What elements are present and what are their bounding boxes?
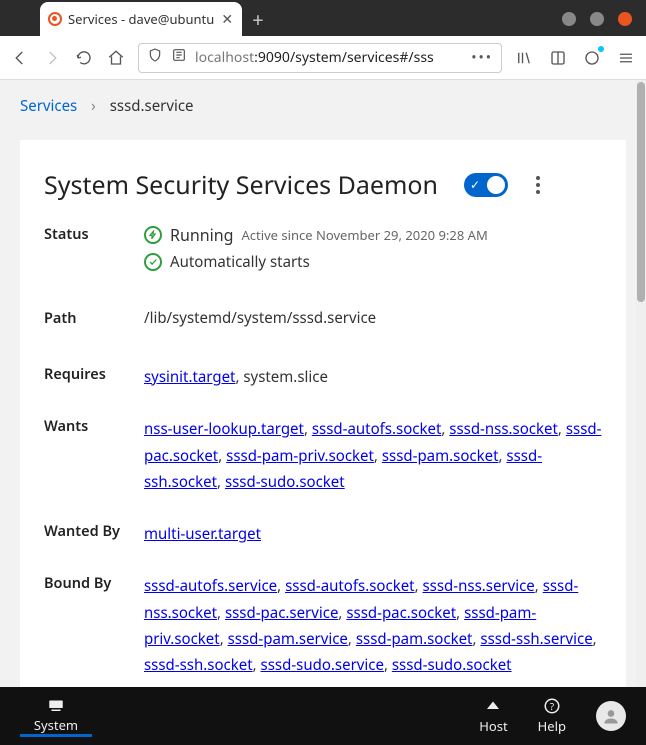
library-icon[interactable] bbox=[514, 48, 534, 68]
requires-label: Requires bbox=[44, 364, 144, 390]
cockpit-bottom-bar: System Host ? Help bbox=[0, 687, 646, 745]
nav-underline bbox=[20, 734, 92, 737]
wanted-by-label: Wanted By bbox=[44, 521, 144, 547]
page-title: System Security Services Daemon bbox=[44, 168, 438, 202]
dependency-link[interactable]: sysinit.target bbox=[144, 367, 235, 387]
path-label: Path bbox=[44, 308, 144, 328]
dependency-link[interactable]: sssd-pam.socket bbox=[382, 446, 499, 466]
status-autostart: Automatically starts bbox=[170, 252, 310, 272]
shield-icon[interactable] bbox=[147, 47, 163, 68]
dependency-link[interactable]: sssd-sudo.socket bbox=[225, 472, 345, 492]
dependency-link[interactable]: sssd-nss.service bbox=[423, 576, 535, 596]
breadcrumb: Services › sssd.service bbox=[0, 80, 646, 132]
path-value: /lib/systemd/system/sssd.service bbox=[144, 308, 602, 328]
back-button[interactable] bbox=[10, 48, 30, 68]
user-avatar[interactable] bbox=[596, 701, 626, 731]
browser-tab[interactable]: Services - dave@ubuntu ✕ bbox=[40, 2, 242, 36]
breadcrumb-current: sssd.service bbox=[110, 96, 194, 116]
browser-toolbar: localhost:9090/system/services#/sss ••• bbox=[0, 36, 646, 80]
bound-by-list: sssd-autofs.service, sssd-autofs.socket,… bbox=[144, 573, 602, 678]
running-icon bbox=[144, 226, 162, 244]
home-button[interactable] bbox=[106, 48, 126, 68]
service-card: System Security Services Daemon ✓ Status… bbox=[20, 140, 626, 687]
dependency-link[interactable]: sssd-ssh.socket bbox=[144, 655, 253, 675]
forward-button bbox=[42, 48, 62, 68]
wants-label: Wants bbox=[44, 416, 144, 495]
dependency-link[interactable]: sssd-sudo.service bbox=[261, 655, 384, 675]
nav-system[interactable]: System bbox=[34, 696, 78, 734]
chevron-right-icon: › bbox=[91, 96, 96, 116]
reader-icon[interactable] bbox=[548, 48, 568, 68]
bound-by-label: Bound By bbox=[44, 573, 144, 678]
menu-icon[interactable] bbox=[616, 48, 636, 68]
dependency-link[interactable]: sssd-autofs.socket bbox=[312, 419, 442, 439]
dependency-link[interactable]: sssd-ssh.service bbox=[480, 629, 592, 649]
scrollbar-thumb[interactable] bbox=[637, 82, 645, 302]
window-maximize-button[interactable] bbox=[590, 12, 604, 26]
dependency-link[interactable]: sssd-pac.socket bbox=[346, 603, 456, 623]
window-minimize-button[interactable] bbox=[562, 12, 576, 26]
status-label: Status bbox=[44, 224, 144, 272]
status-since: Active since November 29, 2020 9:28 AM bbox=[241, 226, 487, 244]
account-icon[interactable] bbox=[582, 48, 602, 68]
address-host: localhost:9090/system/services#/sss bbox=[195, 48, 434, 67]
dependency-link[interactable]: sssd-pac.service bbox=[225, 603, 338, 623]
dependency-link[interactable]: sssd-sudo.socket bbox=[392, 655, 512, 675]
dependency-link[interactable]: sssd-pam.service bbox=[228, 629, 348, 649]
nav-system-label: System bbox=[34, 716, 78, 734]
dependency-link[interactable]: multi-user.target bbox=[144, 524, 261, 544]
page-actions-icon[interactable]: ••• bbox=[471, 48, 493, 67]
new-tab-button[interactable]: + bbox=[242, 2, 273, 36]
scrollbar-track[interactable] bbox=[636, 80, 646, 687]
dependency-link[interactable]: sssd-autofs.service bbox=[144, 576, 277, 596]
nav-help-label: Help bbox=[538, 717, 566, 735]
dependency-link: system.slice bbox=[243, 367, 328, 387]
page-viewport: Services › sssd.service System Security … bbox=[0, 80, 646, 687]
window-close-button[interactable] bbox=[618, 12, 632, 26]
reload-button[interactable] bbox=[74, 48, 94, 68]
address-bar[interactable]: localhost:9090/system/services#/sss ••• bbox=[138, 43, 502, 73]
status-running: Running bbox=[170, 224, 233, 246]
svg-text:?: ? bbox=[550, 700, 554, 713]
dependency-link[interactable]: sssd-autofs.socket bbox=[285, 576, 415, 596]
nav-host[interactable]: Host bbox=[479, 697, 507, 735]
breadcrumb-root[interactable]: Services bbox=[20, 96, 77, 116]
service-enable-toggle[interactable]: ✓ bbox=[464, 173, 508, 197]
tab-title: Services - dave@ubuntu bbox=[68, 10, 214, 28]
wants-list: nss-user-lookup.target, sssd-autofs.sock… bbox=[144, 416, 602, 495]
service-actions-menu[interactable] bbox=[528, 176, 548, 194]
dependency-link[interactable]: nss-user-lookup.target bbox=[144, 419, 304, 439]
tab-bar: Services - dave@ubuntu ✕ + bbox=[0, 0, 646, 36]
site-info-icon[interactable] bbox=[171, 47, 187, 68]
nav-help[interactable]: ? Help bbox=[538, 697, 566, 735]
wanted-by-list: multi-user.target bbox=[144, 521, 602, 547]
favicon-icon bbox=[48, 12, 62, 26]
nav-host-label: Host bbox=[479, 717, 507, 735]
dependency-link[interactable]: sssd-pam-priv.socket bbox=[226, 446, 374, 466]
close-tab-icon[interactable]: ✕ bbox=[220, 12, 234, 26]
dependency-link[interactable]: sssd-nss.socket bbox=[449, 419, 558, 439]
autostart-icon bbox=[144, 253, 162, 271]
requires-list: sysinit.target, system.slice bbox=[144, 364, 602, 390]
dependency-link[interactable]: sssd-pam.socket bbox=[356, 629, 473, 649]
